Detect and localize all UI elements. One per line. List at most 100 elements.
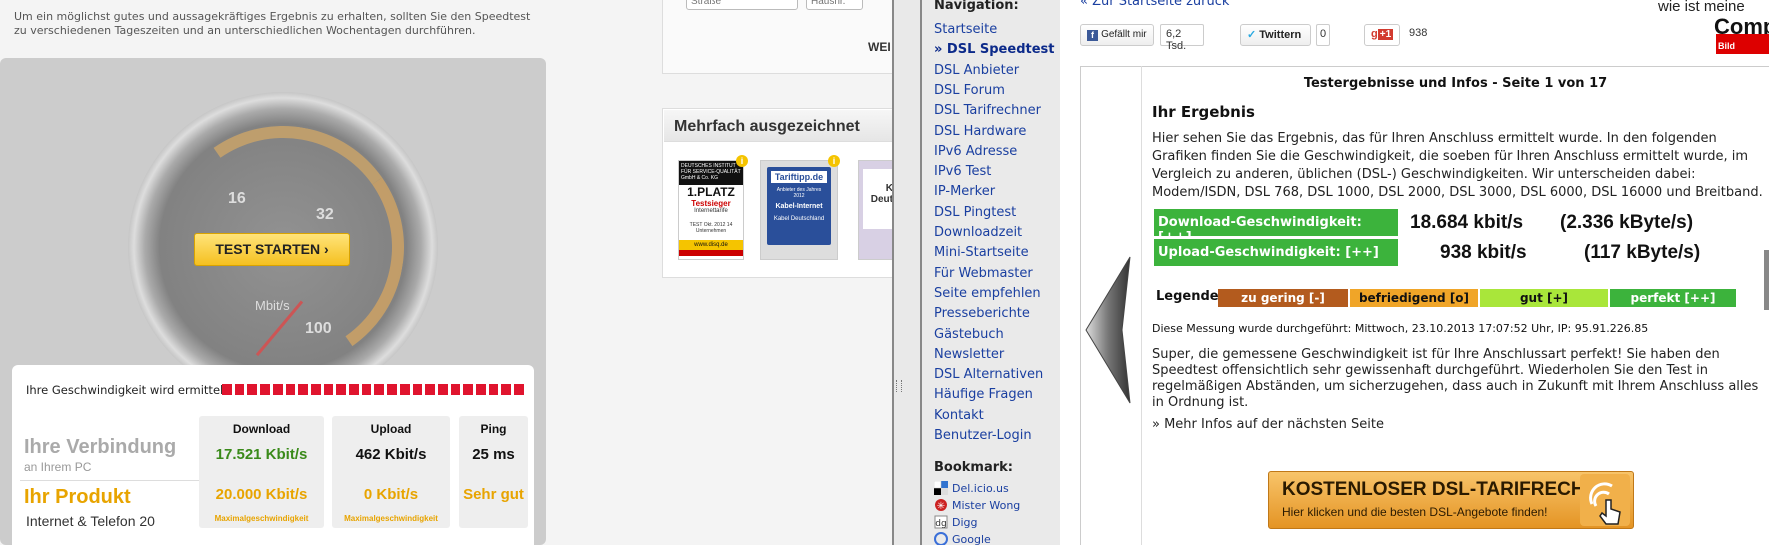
nav-item-dsl-anbieter[interactable]: DSL Anbieter <box>934 63 1019 78</box>
bookmark-label: Digg <box>952 515 978 529</box>
verdict-text: Super, die gemessene Geschwindigkeit ist… <box>1152 347 1759 410</box>
progress-segment <box>247 384 258 395</box>
address-submit-fragment[interactable]: WEI <box>868 40 891 54</box>
google-plus-count: 938 <box>1404 24 1440 46</box>
award-text: Tariftipp.de <box>771 171 827 183</box>
progress-segment <box>272 384 283 395</box>
nav-item-dsl-alternativen[interactable]: DSL Alternativen <box>934 367 1043 382</box>
more-info-link[interactable]: » Mehr Infos auf der nächsten Seite <box>1152 417 1384 432</box>
pane-splitter[interactable] <box>892 0 922 545</box>
award-tariftipp-badge[interactable]: Tariftipp.de Anbieter des Jahres 2012 Ka… <box>760 160 838 260</box>
connection-title: Ihre Verbindung <box>24 436 177 458</box>
progress-segment <box>437 384 448 395</box>
twitter-label: Twittern <box>1259 29 1302 41</box>
info-icon[interactable]: i <box>736 155 748 167</box>
nav-item-f-r-webmaster[interactable]: Für Webmaster <box>934 266 1033 281</box>
nav-item-downloadzeit[interactable]: Downloadzeit <box>934 225 1022 240</box>
bookmark-label: Google <box>952 532 991 545</box>
nav-item-newsletter[interactable]: Newsletter <box>934 347 1004 362</box>
google-plus-button[interactable]: g +1 <box>1364 24 1400 46</box>
upload-max-note: Maximalgeschwindigkeit <box>344 514 438 523</box>
award-disq-badge[interactable]: DEUTSCHES INSTITUT FÜR SERVICE-QUALITÄT … <box>678 160 744 260</box>
back-to-start-link[interactable]: « Zur Startseite zurück <box>1080 0 1229 9</box>
measuring-progress-bar <box>222 384 524 395</box>
nav-item-dsl-speedtest[interactable]: » DSL Speedtest <box>934 42 1054 57</box>
intro-text: Um ein möglichst gutes und aussagekräfti… <box>14 10 531 37</box>
scrollbar-thumb[interactable] <box>1764 250 1769 310</box>
street-input[interactable] <box>686 0 798 10</box>
legend-label: Legende: <box>1156 289 1224 304</box>
progress-segment <box>323 384 334 395</box>
progress-segment <box>463 384 474 395</box>
housenumber-input[interactable] <box>806 0 863 10</box>
progress-segment <box>387 384 397 395</box>
google-icon <box>934 532 948 545</box>
info-icon[interactable]: i <box>828 155 840 167</box>
legend-good: gut [+] <box>1480 289 1608 307</box>
bookmark-google[interactable]: Google <box>934 532 991 545</box>
upload-kbit-value: 938 kbit/s <box>1440 242 1527 263</box>
nav-item-startseite[interactable]: Startseite <box>934 22 997 37</box>
nav-item-seite-empfehlen[interactable]: Seite empfehlen <box>934 286 1041 301</box>
nav-item-ipv6-test[interactable]: IPv6 Test <box>934 164 991 179</box>
award-text: DEUTSCHES INSTITUT FÜR SERVICE-QUALITÄT … <box>679 161 743 185</box>
download-kbyte-value: (2.336 kByte/s) <box>1560 212 1694 233</box>
bookmark-digg[interactable]: dg Digg <box>934 515 978 529</box>
nav-item-kontakt[interactable]: Kontakt <box>934 408 984 423</box>
progress-segment <box>425 384 435 395</box>
progress-segment <box>336 384 347 395</box>
award-text: 1.PLATZ <box>687 185 735 199</box>
progress-segment <box>222 384 232 395</box>
award3-plate: K Deut <box>863 169 892 229</box>
legend-satisfactory: befriedigend [o] <box>1350 289 1478 307</box>
download-max-note: Maximalgeschwindigkeit <box>214 514 309 523</box>
bookmark-del-icio-us[interactable]: Del.icio.us <box>934 481 1009 495</box>
progress-segment <box>234 384 245 395</box>
twitter-count: 0 <box>1316 24 1330 46</box>
upload-product-value: 0 Kbit/s <box>363 486 419 503</box>
nav-item-ipv6-adresse[interactable]: IPv6 Adresse <box>934 144 1017 159</box>
nav-item-h-ufige-fragen[interactable]: Häufige Fragen <box>934 387 1033 402</box>
nav-item-mini-startseite[interactable]: Mini-Startseite <box>934 245 1029 260</box>
ping-current-value: 25 ms <box>472 446 515 463</box>
awards-title: Mehrfach ausgezeichnet <box>664 110 892 142</box>
start-test-button[interactable]: TEST STARTEN › <box>194 233 350 266</box>
progress-segment <box>412 384 423 395</box>
progress-segment <box>285 384 296 395</box>
bookmark-label: Mister Wong <box>952 498 1021 512</box>
facebook-like-button[interactable]: f Gefällt mir <box>1080 24 1154 46</box>
nav-item-ip-merker[interactable]: IP-Merker <box>934 184 995 199</box>
product-subtitle: Internet & Telefon 20 <box>26 513 155 529</box>
splitter-grip-icon[interactable] <box>896 380 902 392</box>
award-third-badge[interactable]: K Deut <box>858 160 892 260</box>
progress-segment <box>310 384 321 395</box>
bookmark-title: Bookmark: <box>934 460 1013 475</box>
product-title: Ihr Produkt <box>24 486 131 508</box>
twitter-tweet-button[interactable]: ✓ Twittern <box>1240 24 1311 46</box>
nav-item-dsl-forum[interactable]: DSL Forum <box>934 83 1005 98</box>
award-text: Deut <box>870 194 892 205</box>
nav-item-dsl-hardware[interactable]: DSL Hardware <box>934 124 1026 139</box>
nav-item-presseberichte[interactable]: Presseberichte <box>934 306 1030 321</box>
hand-cursor-icon <box>1580 474 1630 526</box>
award-text: Internettarife <box>694 208 728 214</box>
nav-item-dsl-tarifrechner[interactable]: DSL Tarifrechner <box>934 103 1041 118</box>
bookmark-mister-wong[interactable]: ✳ Mister Wong <box>934 498 1020 512</box>
nav-item-dsl-pingtest[interactable]: DSL Pingtest <box>934 205 1016 220</box>
previous-page-arrow-icon[interactable] <box>1082 255 1134 405</box>
nav-item-g-stebuch[interactable]: Gästebuch <box>934 327 1004 342</box>
nav-item-benutzer-login[interactable]: Benutzer-Login <box>934 428 1032 443</box>
measuring-label: Ihre Geschwindigkeit wird ermittelt <box>26 383 228 397</box>
result-description: Hier sehen Sie das Ergebnis, das für Ihr… <box>1152 131 1763 200</box>
award-text: www.disq.de <box>679 240 743 256</box>
twitter-icon: ✓ <box>1247 29 1257 41</box>
facebook-like-label: Gefällt mir <box>1101 29 1147 40</box>
bild-logo: Bild <box>1716 34 1769 54</box>
google-plus-icon: g <box>1371 28 1378 40</box>
progress-segment <box>399 384 410 395</box>
upload-heading: Upload <box>370 422 412 436</box>
upload-speed-label: Upload-Geschwindigkeit: [++] <box>1154 239 1398 266</box>
progress-segment <box>488 384 499 395</box>
dsl-button-title: KOSTENLOSER DSL-TARIFRECHNER <box>1282 479 1625 500</box>
card-title: Testergebnisse und Infos - Seite 1 von 1… <box>1303 76 1608 91</box>
